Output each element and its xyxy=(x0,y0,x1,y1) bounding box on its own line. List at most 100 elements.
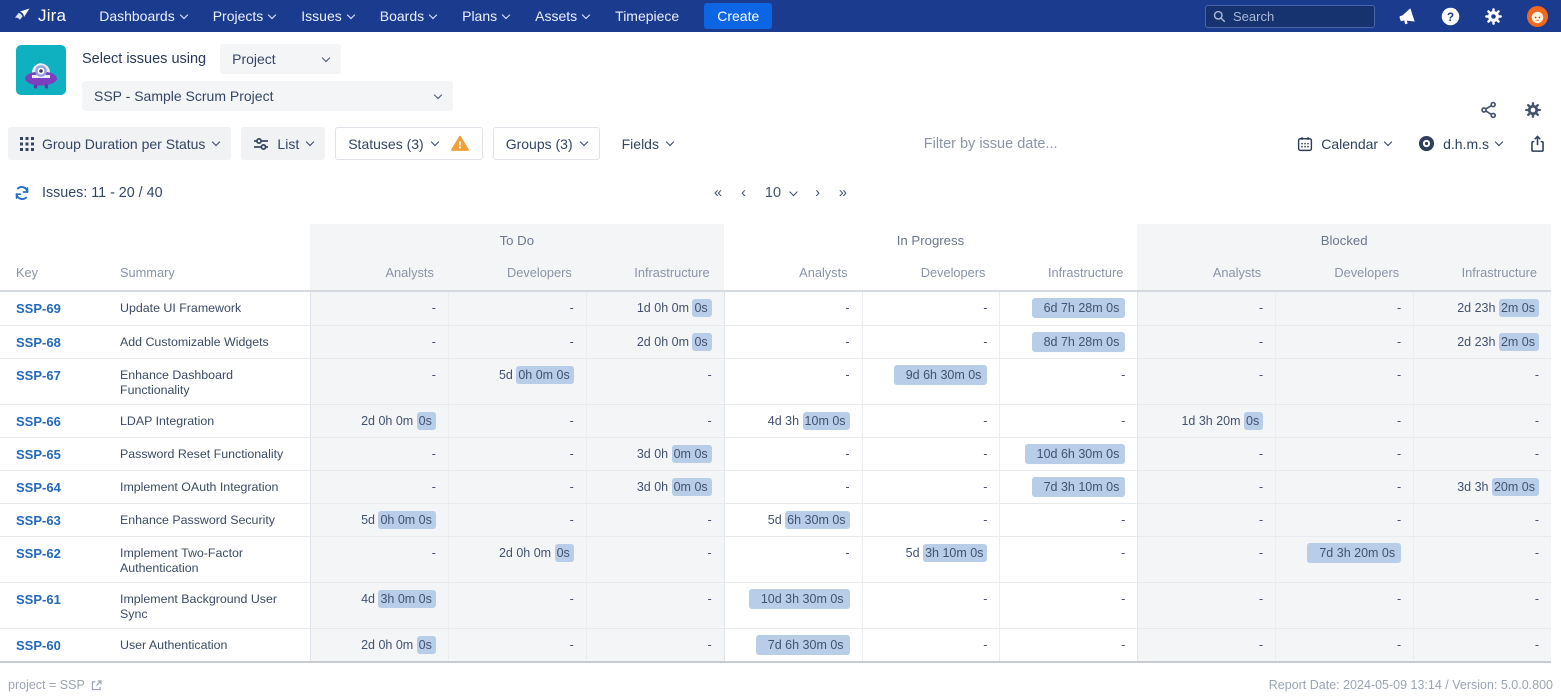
settings-gear-icon[interactable] xyxy=(1483,6,1504,27)
refresh-icon[interactable] xyxy=(12,183,32,203)
group-column-header: Infrastructure xyxy=(585,256,724,290)
duration-cell: - xyxy=(1137,628,1276,661)
table-row: SSP-67 Enhance Dashboard Functionality -5d… xyxy=(0,358,1551,404)
next-page-button[interactable]: › xyxy=(815,185,820,201)
last-page-button[interactable]: » xyxy=(839,185,847,201)
project-select[interactable]: SSP - Sample Scrum Project xyxy=(82,81,453,111)
duration-cell: - xyxy=(861,437,1000,470)
search-input[interactable] xyxy=(1233,8,1367,24)
duration-cell: 6d 7h 28m 0s xyxy=(999,292,1138,325)
first-page-button[interactable]: « xyxy=(714,185,722,201)
sliders-icon xyxy=(253,136,269,152)
nav-item-timepiece[interactable]: Timepiece xyxy=(602,0,692,32)
duration-cell: - xyxy=(1275,358,1414,404)
search-box[interactable] xyxy=(1205,4,1375,28)
selected-duration-text: 0s xyxy=(692,299,712,317)
issue-source-select[interactable]: Project xyxy=(220,44,342,74)
fields-button[interactable]: Fields xyxy=(610,127,685,160)
group-column-header: Infrastructure xyxy=(1413,256,1551,290)
duration-cell: - xyxy=(1137,292,1276,325)
group-column-header: Developers xyxy=(447,256,586,290)
issue-key-link[interactable]: SSP-61 xyxy=(16,592,61,607)
nav-item-plans[interactable]: Plans xyxy=(449,0,522,32)
duration-cell: - xyxy=(1275,503,1414,536)
nav-item-dashboards[interactable]: Dashboards xyxy=(86,0,200,32)
duration-cell: - xyxy=(1413,503,1551,536)
share-icon[interactable] xyxy=(1479,100,1499,120)
top-navbar: Jira Dashboards Projects Issues Boards Plans… xyxy=(0,0,1561,32)
view-mode-button[interactable]: List xyxy=(241,127,326,160)
report-type-button[interactable]: Group Duration per Status xyxy=(8,127,232,160)
selected-duration-text: 0h 0m 0s xyxy=(378,511,436,529)
table-group-spacer xyxy=(0,224,310,256)
duration-format-select[interactable]: d.h.m.s xyxy=(1417,134,1504,153)
groups-filter-button[interactable]: Groups (3) xyxy=(492,127,600,160)
issue-date-filter-input[interactable]: Filter by issue date... xyxy=(695,136,1286,152)
summary-cell: Implement Two-Factor Authentication xyxy=(110,536,310,582)
duration-cell: 7d 3h 10m 0s xyxy=(999,470,1138,503)
page-size-select[interactable]: 10 xyxy=(765,185,798,201)
duration-cell: - xyxy=(723,358,862,404)
selected-duration-text: 10d 3h 30m 0s xyxy=(748,589,850,609)
create-button[interactable]: Create xyxy=(704,3,773,29)
issue-key-link[interactable]: SSP-65 xyxy=(16,447,61,462)
duration-cell: 3d 0h 0m 0s xyxy=(585,470,724,503)
announcements-megaphone-icon[interactable] xyxy=(1397,6,1418,27)
issue-key-link[interactable]: SSP-68 xyxy=(16,335,61,350)
duration-cell: - xyxy=(1413,536,1551,582)
group-column-header: Analysts xyxy=(723,256,862,290)
svg-text:?: ? xyxy=(1447,9,1454,23)
report-header: Select issues using Project SSP - Sample… xyxy=(0,32,1561,125)
issue-key-link[interactable]: SSP-62 xyxy=(16,546,61,561)
issue-key-link[interactable]: SSP-60 xyxy=(16,638,61,653)
nav-item-assets[interactable]: Assets xyxy=(522,0,602,32)
prev-page-button[interactable]: ‹ xyxy=(741,185,746,201)
duration-cell: - xyxy=(861,628,1000,661)
help-icon[interactable]: ? xyxy=(1440,6,1461,27)
project-select-value: SSP - Sample Scrum Project xyxy=(94,88,274,104)
statuses-filter-label: Statuses (3) xyxy=(348,135,424,152)
duration-cell: - xyxy=(1137,536,1276,582)
selected-duration-text: 2m 0s xyxy=(1498,299,1539,317)
duration-cell: - xyxy=(1275,292,1414,325)
issue-key-link[interactable]: SSP-63 xyxy=(16,513,61,528)
selected-duration-text: 9d 6h 30m 0s xyxy=(893,365,988,385)
nav-item-boards[interactable]: Boards xyxy=(367,0,449,32)
selected-duration-text: 0m 0s xyxy=(671,445,712,463)
issues-count-label: Issues: 11 - 20 / 40 xyxy=(42,185,163,201)
key-cell: SSP-62 xyxy=(0,536,110,582)
fields-label: Fields xyxy=(621,135,659,152)
statuses-filter-button[interactable]: Statuses (3) xyxy=(335,127,483,160)
duration-cell: - xyxy=(585,404,724,437)
nav-item-projects[interactable]: Projects xyxy=(200,0,289,32)
export-icon[interactable] xyxy=(1528,134,1547,154)
jira-logo[interactable]: Jira xyxy=(12,6,66,26)
calendar-label: Calendar xyxy=(1321,135,1379,152)
duration-cell: 2d 0h 0m 0s xyxy=(310,628,448,661)
groups-filter-label: Groups (3) xyxy=(505,135,573,152)
duration-cell: - xyxy=(861,404,1000,437)
duration-cell: 5d 6h 30m 0s xyxy=(723,503,862,536)
group-column-header: Analysts xyxy=(1137,256,1276,290)
timepiece-app-logo-icon xyxy=(16,45,66,95)
issue-key-link[interactable]: SSP-66 xyxy=(16,414,61,429)
nav-item-label: Dashboards xyxy=(99,8,175,24)
group-column-header: Infrastructure xyxy=(999,256,1138,290)
duration-cell: 2d 23h 2m 0s xyxy=(1413,292,1551,325)
view-mode-label: List xyxy=(277,135,300,152)
issue-key-link[interactable]: SSP-64 xyxy=(16,480,61,495)
report-settings-gear-icon[interactable] xyxy=(1523,100,1543,120)
chevron-down-icon xyxy=(581,10,591,19)
duration-cell: - xyxy=(447,470,586,503)
chevron-down-icon xyxy=(430,137,439,147)
issue-key-link[interactable]: SSP-69 xyxy=(16,301,61,316)
selected-duration-text: 20m 0s xyxy=(1491,478,1539,496)
calendar-select[interactable]: Calendar xyxy=(1296,135,1393,153)
issue-key-link[interactable]: SSP-67 xyxy=(16,368,61,383)
selected-duration-text: 0s xyxy=(416,412,436,430)
nav-item-issues[interactable]: Issues xyxy=(288,0,366,32)
user-avatar[interactable] xyxy=(1526,5,1549,28)
jql-link[interactable]: project = SSP xyxy=(8,678,103,692)
selected-duration-text: 0m 0s xyxy=(671,478,712,496)
duration-cell: - xyxy=(585,503,724,536)
